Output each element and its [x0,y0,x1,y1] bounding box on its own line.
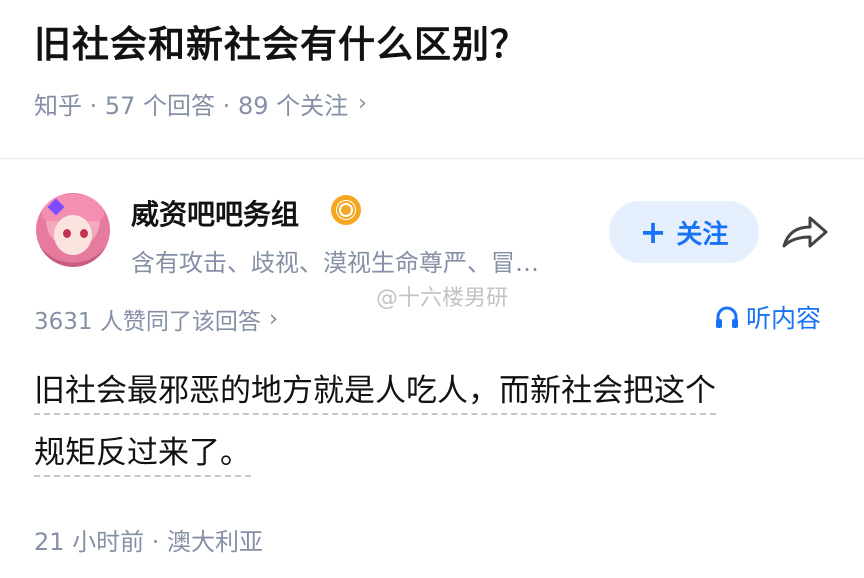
watermark: @十六楼男研 [376,286,509,311]
vote-info[interactable]: 3631 人赞同了该回答 › [34,302,278,336]
eye-badge-icon [331,195,361,225]
author-bio: 含有攻击、歧视、漠视生命尊严、冒… [131,249,539,277]
vote-count: 3631 人赞同了该回答 [34,309,261,335]
avatar-eye-left [63,229,71,238]
plus-icon: + [639,213,667,251]
answer-line: 旧社会最邪恶的地方就是人吃人，而新社会把这个 [34,373,716,415]
follow-button[interactable]: + 关注 [609,201,759,263]
question-meta[interactable]: 知乎 · 57 个回答 · 89 个关注 › [34,86,367,121]
follow-label: 关注 [676,219,729,250]
chevron-right-icon: › [268,306,279,332]
chevron-right-icon: › [358,91,367,116]
question-title[interactable]: 旧社会和新社会有什么区别？ [34,14,528,68]
listen-label: 听内容 [746,304,822,333]
answer-line: 规矩反过来了。 [34,435,251,477]
headphones-icon [716,306,738,328]
question-meta-text: 知乎 · 57 个回答 · 89 个关注 [34,92,349,120]
author-name[interactable]: 威资吧吧务组 [131,193,299,233]
answer-footer: 21 小时前 · 澳大利亚 [34,528,264,556]
listen-button[interactable]: 听内容 [714,299,821,335]
avatar[interactable] [36,193,110,267]
avatar-eye-right [80,229,88,238]
divider [0,158,864,159]
answer-text[interactable]: 旧社会最邪恶的地方就是人吃人，而新社会把这个 规矩反过来了。 [34,360,834,484]
share-arrow-icon[interactable] [780,212,830,252]
